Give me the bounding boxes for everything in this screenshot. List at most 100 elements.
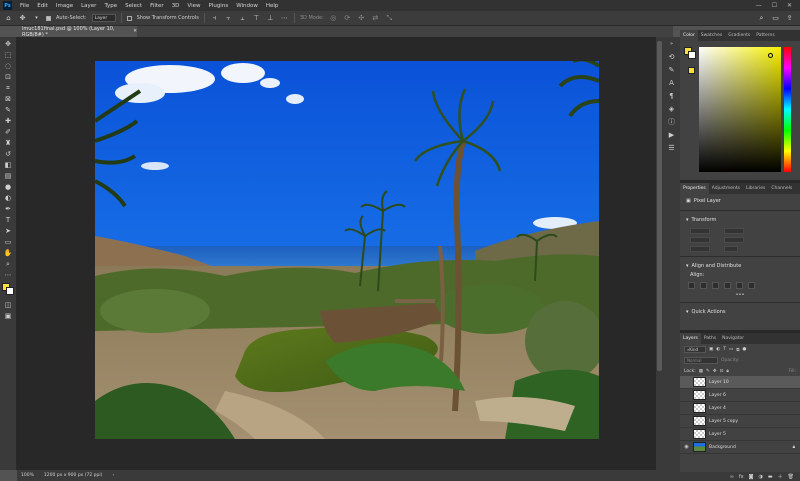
- menu-plugins[interactable]: Plugins: [204, 3, 232, 9]
- tab-patterns[interactable]: Patterns: [753, 30, 778, 41]
- pen-tool-icon[interactable]: ✒: [3, 204, 14, 214]
- layer-name[interactable]: Layer 5: [709, 432, 726, 437]
- menu-type[interactable]: Type: [100, 3, 121, 9]
- menu-select[interactable]: Select: [121, 3, 146, 9]
- filter-toggle[interactable]: ●: [742, 347, 746, 352]
- collapse-icon[interactable]: »: [667, 39, 677, 49]
- hue-slider[interactable]: [784, 47, 791, 172]
- tab-navigator[interactable]: Navigator: [719, 333, 747, 344]
- auto-select-dropdown[interactable]: Layer: [91, 14, 116, 22]
- new-layer-icon[interactable]: ＋: [778, 473, 783, 480]
- hand-tool-icon[interactable]: ✋: [3, 248, 14, 258]
- close-window-button[interactable]: ✕: [787, 2, 792, 9]
- align-section[interactable]: ▾ Align and Distribute: [680, 261, 800, 271]
- layer-row[interactable]: Layer 10: [680, 376, 800, 389]
- align-left-icon[interactable]: ⫞: [210, 14, 219, 23]
- share-icon[interactable]: ⇪: [785, 14, 794, 23]
- search-icon[interactable]: ⌕: [757, 14, 766, 23]
- align-left-button[interactable]: [688, 282, 695, 289]
- width-field[interactable]: [690, 228, 710, 234]
- document-canvas-image[interactable]: [95, 61, 599, 439]
- scrollbar-thumb[interactable]: [657, 41, 662, 371]
- align-right-button[interactable]: [712, 282, 719, 289]
- canvas-area[interactable]: [17, 37, 673, 470]
- canvas-vertical-scrollbar[interactable]: [656, 37, 663, 470]
- tab-adjustments[interactable]: Adjustments: [709, 183, 743, 194]
- character-icon[interactable]: A: [667, 78, 677, 88]
- menu-3d[interactable]: 3D: [168, 3, 184, 9]
- lock-artboard-icon[interactable]: ⊡: [720, 369, 724, 374]
- tab-layers[interactable]: Layers: [680, 333, 701, 344]
- filter-smart-icon[interactable]: ⧉: [736, 347, 739, 353]
- menu-window[interactable]: Window: [232, 3, 262, 9]
- gamut-warning-swatch[interactable]: [688, 67, 695, 74]
- 3d-slide-icon[interactable]: ⇄: [371, 14, 380, 23]
- tab-libraries[interactable]: Libraries: [743, 183, 768, 194]
- rectangle-tool-icon[interactable]: ▭: [3, 237, 14, 247]
- glyphs-icon[interactable]: ◈: [667, 104, 677, 114]
- chevron-down-icon[interactable]: ▾: [686, 217, 689, 223]
- lock-position-icon[interactable]: ✥: [713, 369, 717, 374]
- color-picker-field[interactable]: [699, 47, 781, 172]
- object-select-tool-icon[interactable]: ⊡: [3, 72, 14, 82]
- transform-section[interactable]: ▾ Transform: [680, 215, 800, 225]
- y-field[interactable]: [724, 237, 744, 243]
- history-icon[interactable]: ⟲: [667, 52, 677, 62]
- align-bottom-button[interactable]: [748, 282, 755, 289]
- menu-view[interactable]: View: [183, 3, 204, 9]
- layer-row[interactable]: Layer 5: [680, 428, 800, 441]
- align-right-icon[interactable]: ⫠: [238, 14, 247, 23]
- x-field[interactable]: [690, 237, 710, 243]
- adjustment-layer-icon[interactable]: ◑: [759, 474, 763, 480]
- align-middle-icon[interactable]: ⊥: [266, 14, 275, 23]
- clone-stamp-tool-icon[interactable]: ♜: [3, 138, 14, 148]
- layer-row[interactable]: Layer 6: [680, 389, 800, 402]
- screen-mode-icon[interactable]: ▣: [3, 311, 14, 321]
- actions-icon[interactable]: ▶: [667, 130, 677, 140]
- lock-all-icon[interactable]: 🔒︎: [726, 368, 728, 374]
- eyedropper-tool-icon[interactable]: ✎: [3, 105, 14, 115]
- height-field[interactable]: [724, 228, 744, 234]
- chevron-down-icon[interactable]: ▾: [686, 309, 689, 315]
- lock-image-icon[interactable]: ✎: [706, 369, 710, 374]
- brush-settings-icon[interactable]: ✎: [667, 65, 677, 75]
- auto-select-checkbox[interactable]: [46, 15, 51, 21]
- menu-edit[interactable]: Edit: [33, 3, 52, 9]
- layer-row[interactable]: ◉ Background 🔒︎: [680, 441, 800, 454]
- layer-name[interactable]: Layer 10: [709, 380, 729, 385]
- menu-help[interactable]: Help: [262, 3, 283, 9]
- close-tab-icon[interactable]: ✕: [133, 29, 137, 34]
- crop-tool-icon[interactable]: ⌗: [3, 83, 14, 93]
- lock-transparent-icon[interactable]: ▦: [699, 369, 703, 374]
- minimize-button[interactable]: —: [756, 2, 762, 9]
- dodge-tool-icon[interactable]: ◐: [3, 193, 14, 203]
- move-tool-icon[interactable]: ✥: [18, 14, 27, 23]
- show-transform-checkbox[interactable]: [126, 15, 132, 21]
- panel-background-swatch[interactable]: [688, 51, 696, 59]
- filter-type-icon[interactable]: T: [723, 347, 726, 352]
- filter-kind-dropdown[interactable]: ⌕ Kind: [684, 346, 706, 353]
- new-group-icon[interactable]: ▬: [768, 474, 773, 480]
- flip-buttons[interactable]: [724, 246, 738, 252]
- chevron-right-icon[interactable]: ›: [112, 473, 114, 478]
- document-tab[interactable]: lmuc181final.psd @ 100% (Layer 10, RGB/8…: [17, 26, 137, 38]
- filter-pixel-icon[interactable]: ▣: [709, 347, 713, 352]
- menu-file[interactable]: File: [16, 3, 33, 9]
- 3d-roll-icon[interactable]: ⟳: [343, 14, 352, 23]
- more-tools-icon[interactable]: ⋯: [3, 270, 14, 280]
- paragraph-icon[interactable]: ¶: [667, 91, 677, 101]
- menu-layer[interactable]: Layer: [77, 3, 100, 9]
- marquee-tool-icon[interactable]: ⬚: [3, 50, 14, 60]
- 3d-scale-icon[interactable]: ⤡: [385, 14, 394, 23]
- link-icon[interactable]: [714, 228, 720, 234]
- add-mask-icon[interactable]: ◙: [749, 474, 754, 480]
- tab-color[interactable]: Color: [680, 30, 698, 41]
- home-icon[interactable]: ⌂: [4, 14, 13, 23]
- zoom-tool-icon[interactable]: ⌕: [3, 259, 14, 269]
- frame-tool-icon[interactable]: ⊠: [3, 94, 14, 104]
- align-top-button[interactable]: [724, 282, 731, 289]
- filter-shape-icon[interactable]: ▭: [729, 347, 733, 352]
- styles-icon[interactable]: ☰: [667, 143, 677, 153]
- workspace-icon[interactable]: ▭: [771, 14, 780, 23]
- chevron-down-icon[interactable]: ▾: [686, 263, 689, 269]
